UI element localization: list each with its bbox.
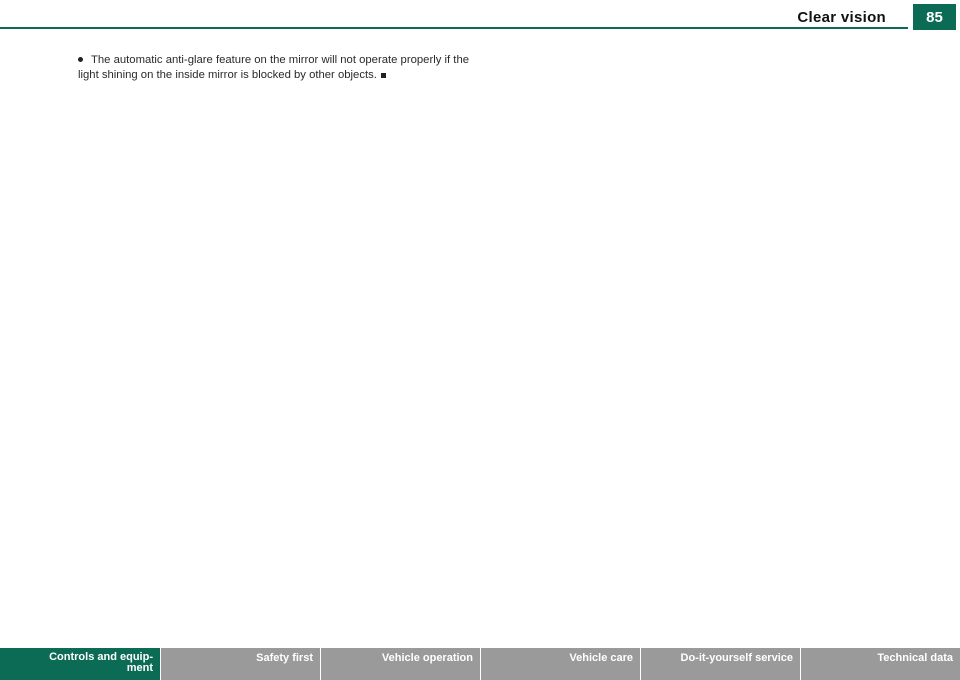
- nav-tab-controls[interactable]: Controls and equip-ment: [0, 648, 161, 680]
- nav-tab-diy-service-label: Do-it-yourself service: [680, 652, 793, 664]
- nav-tab-safety-label: Safety first: [256, 652, 313, 664]
- nav-tab-vehicle-care[interactable]: Vehicle care: [481, 648, 641, 680]
- paragraph-text: The automatic anti-glare feature on the …: [78, 54, 470, 81]
- nav-tab-vehicle-operation[interactable]: Vehicle operation: [321, 648, 481, 680]
- nav-tab-vehicle-operation-label: Vehicle operation: [381, 652, 473, 664]
- footer-nav: Controls and equip-ment Safety first Veh…: [0, 648, 960, 680]
- end-of-section-icon: [380, 72, 386, 78]
- header-rule: [0, 27, 908, 29]
- nav-tab-controls-label: Controls and equip-ment: [49, 651, 153, 674]
- nav-tab-safety[interactable]: Safety first: [161, 648, 321, 680]
- body-paragraph: The automatic anti-glare feature on the …: [78, 53, 474, 83]
- nav-tab-technical-data-label: Technical data: [877, 652, 953, 664]
- nav-tab-technical-data[interactable]: Technical data: [801, 648, 960, 680]
- page-number-badge: 85: [913, 4, 956, 30]
- bullet-icon: [78, 57, 83, 63]
- nav-tab-vehicle-care-label: Vehicle care: [569, 652, 633, 664]
- nav-tab-diy-service[interactable]: Do-it-yourself service: [641, 648, 801, 680]
- section-title: Clear vision: [797, 9, 886, 26]
